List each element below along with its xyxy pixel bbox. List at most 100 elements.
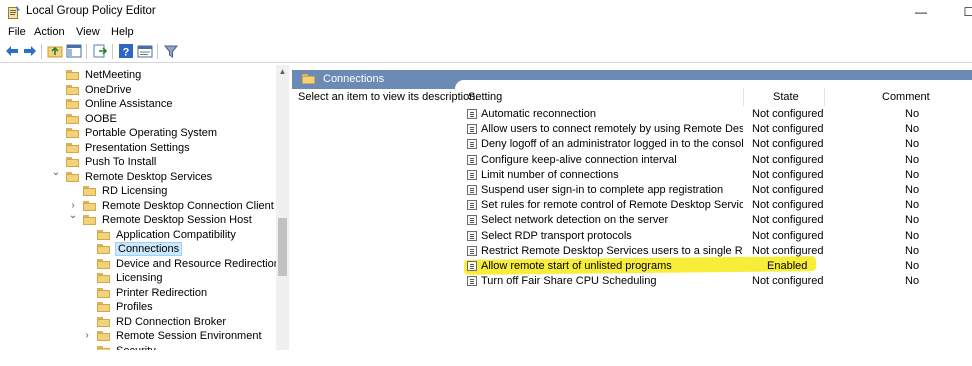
setting-comment: No bbox=[905, 199, 920, 212]
tree-item[interactable]: Portable Operating System bbox=[66, 126, 217, 140]
column-divider[interactable] bbox=[743, 88, 744, 106]
chevron-right-icon[interactable]: › bbox=[82, 329, 92, 343]
tree-item[interactable]: ⌄ Remote Desktop Services bbox=[52, 167, 212, 184]
tree-item[interactable]: Security bbox=[97, 344, 156, 350]
minimize-button[interactable]: — bbox=[908, 2, 934, 22]
setting-row[interactable]: Limit number of connections Not configure… bbox=[467, 168, 967, 183]
scrollbar-thumb[interactable] bbox=[278, 218, 287, 276]
menu-view[interactable]: View bbox=[76, 26, 100, 38]
tree-item[interactable]: Push To Install bbox=[66, 155, 156, 169]
properties-icon[interactable] bbox=[137, 43, 153, 59]
details-header-title: Connections bbox=[323, 73, 385, 85]
setting-state: Enabled bbox=[767, 260, 808, 272]
setting-row[interactable]: Deny logoff of an administrator logged i… bbox=[467, 137, 967, 152]
tree-item-label: RD Licensing bbox=[102, 185, 168, 197]
tree-item-label: Push To Install bbox=[85, 156, 157, 168]
column-header-comment[interactable]: Comment bbox=[882, 91, 930, 103]
tree-item[interactable]: Presentation Settings bbox=[66, 141, 190, 155]
tree-item[interactable]: Device and Resource Redirection bbox=[97, 257, 280, 271]
forward-arrow-icon[interactable] bbox=[22, 43, 38, 59]
menu-file[interactable]: File bbox=[8, 26, 26, 38]
tree-item-label: Remote Desktop Session Host bbox=[102, 214, 252, 226]
column-divider[interactable] bbox=[824, 88, 825, 106]
tree-item[interactable]: OOBE bbox=[66, 112, 117, 126]
tree-item[interactable]: Online Assistance bbox=[66, 97, 172, 111]
export-list-icon[interactable] bbox=[92, 43, 108, 59]
tree-item[interactable]: OneDrive bbox=[66, 83, 131, 97]
folder-icon bbox=[66, 142, 79, 153]
setting-name: Automatic reconnection bbox=[481, 108, 596, 120]
folder-icon bbox=[66, 84, 79, 95]
policy-setting-icon bbox=[467, 230, 477, 241]
setting-state: Not configured bbox=[752, 244, 824, 257]
tree-item[interactable]: › Remote Session Environment bbox=[85, 329, 262, 343]
setting-row[interactable]: Set rules for remote control of Remote D… bbox=[467, 198, 967, 213]
folder-icon bbox=[66, 113, 79, 124]
menu-action[interactable]: Action bbox=[34, 26, 65, 38]
folder-icon bbox=[83, 200, 96, 211]
setting-row[interactable]: Restrict Remote Desktop Services users t… bbox=[467, 244, 967, 259]
maximize-button[interactable]: ☐ bbox=[956, 2, 972, 22]
setting-comment: No bbox=[905, 123, 920, 136]
back-arrow-icon[interactable] bbox=[4, 43, 20, 59]
tree-item[interactable]: Printer Redirection bbox=[97, 286, 207, 300]
filter-icon[interactable] bbox=[163, 43, 179, 59]
folder-icon bbox=[66, 171, 79, 182]
setting-name: Allow remote start of unlisted programs bbox=[481, 260, 672, 272]
description-hint: Select an item to view its description. bbox=[298, 91, 479, 103]
policy-setting-icon bbox=[467, 154, 477, 165]
setting-state: Not configured bbox=[752, 275, 824, 288]
svg-text:?: ? bbox=[123, 47, 130, 59]
folder-icon bbox=[97, 273, 110, 284]
tree-item[interactable]: Application Compatibility bbox=[97, 228, 236, 242]
folder-icon bbox=[97, 345, 110, 350]
tree-item-label: Printer Redirection bbox=[116, 286, 208, 299]
setting-row[interactable]: Turn off Fair Share CPU Scheduling Not co… bbox=[467, 274, 967, 289]
folder-icon bbox=[97, 302, 110, 313]
tree-item[interactable]: NetMeeting bbox=[66, 68, 141, 82]
setting-comment: No bbox=[905, 138, 920, 151]
chevron-down-icon[interactable]: ⌄ bbox=[51, 166, 61, 180]
tree-item[interactable]: Licensing bbox=[97, 271, 162, 285]
policy-setting-icon bbox=[467, 276, 477, 287]
tree-item[interactable]: Profiles bbox=[97, 300, 153, 314]
setting-comment: No bbox=[905, 214, 920, 227]
setting-name: Select RDP transport protocols bbox=[481, 229, 632, 242]
setting-state: Not configured bbox=[752, 108, 824, 120]
tree-item[interactable]: RD Connection Broker bbox=[97, 315, 226, 329]
tree-item-label: OOBE bbox=[85, 112, 117, 125]
setting-row[interactable]: Automatic reconnection Not configured No bbox=[467, 107, 967, 122]
setting-row[interactable]: Allow users to connect remotely by using… bbox=[467, 122, 967, 137]
setting-comment: No bbox=[905, 275, 920, 288]
setting-row[interactable]: Allow remote start of unlisted programs E… bbox=[467, 259, 967, 274]
tree-item[interactable]: Connections bbox=[97, 242, 183, 256]
tree-item-label: Remote Session Environment bbox=[116, 330, 262, 342]
setting-name: Suspend user sign-in to complete app reg… bbox=[481, 184, 724, 196]
show-hide-tree-icon[interactable] bbox=[66, 43, 82, 59]
tree-item-label: Online Assistance bbox=[85, 98, 173, 110]
console-tree[interactable]: NetMeeting OneDrive Online Assistance OOBE P… bbox=[0, 65, 289, 350]
setting-row[interactable]: Configure keep-alive connection interval… bbox=[467, 153, 967, 168]
setting-name: Configure keep-alive connection interval bbox=[481, 153, 677, 166]
tree-item[interactable]: › Remote Desktop Connection Client bbox=[71, 199, 273, 213]
setting-comment: No bbox=[905, 184, 920, 196]
policy-editor-app-icon bbox=[8, 6, 20, 19]
toolbar-separator bbox=[112, 44, 113, 59]
help-icon[interactable]: ? bbox=[118, 43, 134, 59]
toolbar-separator bbox=[157, 44, 158, 59]
column-header-setting[interactable]: Setting bbox=[468, 91, 502, 103]
tree-item[interactable]: ⌄ Remote Desktop Session Host bbox=[69, 210, 252, 227]
setting-row[interactable]: Suspend user sign-in to complete app reg… bbox=[467, 183, 967, 198]
tree-scrollbar[interactable]: ▲ bbox=[276, 65, 289, 350]
column-header-state[interactable]: State bbox=[773, 91, 799, 103]
tree-item[interactable]: RD Licensing bbox=[83, 184, 167, 198]
folder-icon bbox=[83, 186, 96, 197]
title-bar: Local Group Policy Editor — ☐ bbox=[0, 0, 972, 24]
up-folder-icon[interactable] bbox=[47, 43, 63, 59]
setting-row[interactable]: Select network detection on the server No… bbox=[467, 213, 967, 228]
scroll-up-arrow-icon[interactable]: ▲ bbox=[276, 67, 289, 76]
setting-row[interactable]: Select RDP transport protocols Not config… bbox=[467, 229, 967, 244]
setting-name: Turn off Fair Share CPU Scheduling bbox=[481, 275, 657, 288]
chevron-down-icon[interactable]: ⌄ bbox=[68, 209, 78, 223]
menu-help[interactable]: Help bbox=[111, 26, 134, 38]
